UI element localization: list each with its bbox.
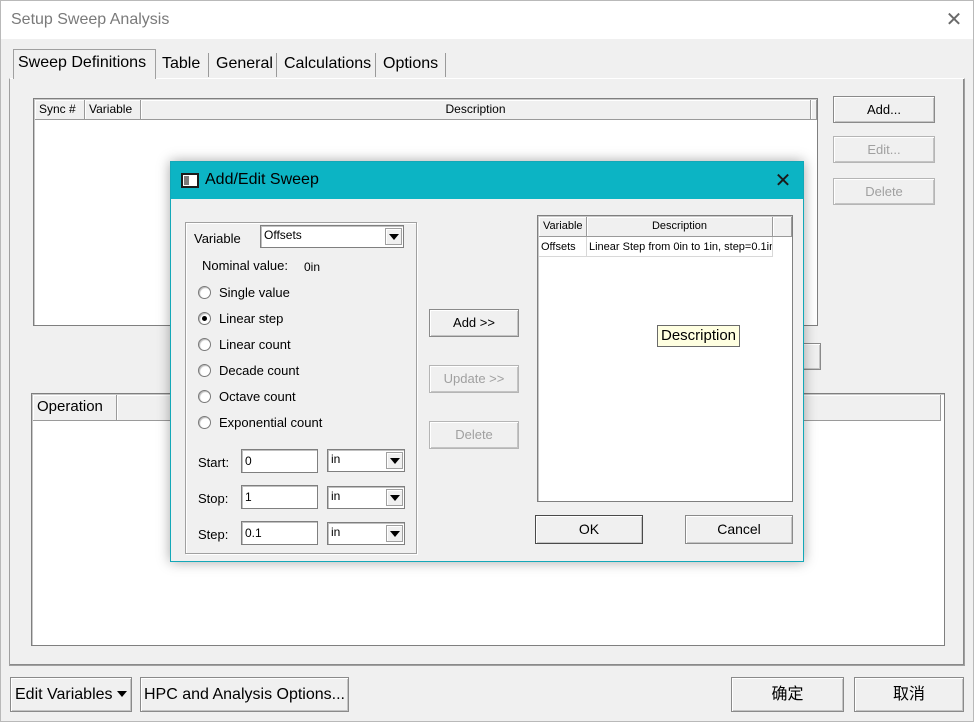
- radio-single-value[interactable]: Single value: [198, 284, 398, 304]
- dropdown-arrow-icon: [117, 691, 127, 697]
- dialog-add-button[interactable]: Add >>: [429, 309, 519, 337]
- radio-circle[interactable]: [198, 416, 211, 429]
- variable-select[interactable]: Offsets: [260, 225, 404, 248]
- radio-exponential-count[interactable]: Exponential count: [198, 414, 398, 434]
- radio-label: Linear count: [219, 337, 291, 352]
- add-sweep-button[interactable]: Add...: [833, 96, 935, 123]
- dialog-delete-button[interactable]: Delete: [429, 421, 519, 449]
- step-unit-select[interactable]: in: [327, 522, 405, 545]
- delete-sweep-button[interactable]: Delete: [833, 178, 935, 205]
- nominal-value-label: Nominal value:: [202, 258, 288, 273]
- radio-circle[interactable]: [198, 390, 211, 403]
- step-input[interactable]: 0.1: [241, 521, 318, 545]
- radio-circle[interactable]: [198, 312, 211, 325]
- edit-variables-label: Edit Variables: [15, 686, 113, 703]
- start-unit-select[interactable]: in: [327, 449, 405, 472]
- window-title-bar: Setup Sweep Analysis ✕: [1, 1, 973, 39]
- dialog-window-icon: [181, 173, 199, 188]
- start-unit-value: in: [331, 452, 341, 466]
- stop-input[interactable]: 1: [241, 485, 318, 509]
- radio-circle[interactable]: [198, 286, 211, 299]
- tab-sweep-definitions[interactable]: Sweep Definitions: [13, 49, 156, 79]
- chevron-down-icon[interactable]: [386, 489, 403, 506]
- radio-label: Linear step: [219, 311, 284, 326]
- list-header-description[interactable]: Description: [587, 217, 773, 237]
- hpc-options-button[interactable]: HPC and Analysis Options...: [140, 677, 349, 712]
- column-header-description[interactable]: Description: [141, 100, 811, 120]
- radio-decade-count[interactable]: Decade count: [198, 362, 398, 382]
- radio-label: Exponential count: [219, 415, 323, 430]
- chevron-down-icon[interactable]: [385, 228, 402, 245]
- start-label: Start:: [198, 455, 230, 470]
- column-header-sync[interactable]: Sync #: [35, 100, 85, 120]
- list-header-variable[interactable]: Variable: [539, 217, 587, 237]
- dialog-title: Add/Edit Sweep: [205, 171, 319, 188]
- radio-label: Octave count: [219, 389, 296, 404]
- sweep-list[interactable]: Variable Description Offsets Linear Step…: [537, 215, 793, 502]
- step-label: Step:: [198, 527, 229, 542]
- edit-variables-button[interactable]: Edit Variables: [10, 677, 132, 712]
- dialog-cancel-button[interactable]: Cancel: [685, 515, 793, 544]
- radio-linear-step[interactable]: Linear step: [198, 310, 398, 330]
- window-close-icon[interactable]: ✕: [939, 5, 969, 35]
- column-header-filler: [811, 100, 817, 120]
- radio-linear-count[interactable]: Linear count: [198, 336, 398, 356]
- variable-label: Variable: [194, 231, 241, 246]
- window-title: Setup Sweep Analysis: [11, 11, 170, 28]
- chevron-down-icon[interactable]: [386, 452, 403, 469]
- radio-label: Single value: [219, 285, 290, 300]
- column-header-operation[interactable]: Operation: [33, 395, 117, 421]
- list-cell-variable: Offsets: [539, 237, 587, 257]
- cancel-button[interactable]: 取消: [854, 677, 964, 712]
- stop-label: Stop:: [198, 491, 229, 506]
- radio-octave-count[interactable]: Octave count: [198, 388, 398, 408]
- step-unit-value: in: [331, 525, 341, 539]
- list-row[interactable]: Offsets Linear Step from 0in to 1in, ste…: [539, 237, 773, 257]
- list-header-filler: [773, 217, 792, 237]
- tab-options[interactable]: Options: [379, 53, 446, 77]
- variable-select-value: Offsets: [264, 228, 302, 242]
- description-tooltip: Description: [657, 325, 741, 347]
- start-input[interactable]: 0: [241, 449, 318, 473]
- radio-circle[interactable]: [198, 364, 211, 377]
- add-edit-sweep-dialog: Add/Edit Sweep ✕ Variable Offsets Nomina…: [170, 161, 804, 562]
- tab-general[interactable]: General: [212, 53, 277, 77]
- stop-unit-select[interactable]: in: [327, 486, 405, 509]
- tab-table[interactable]: Table: [158, 53, 209, 77]
- edit-sweep-button[interactable]: Edit...: [833, 136, 935, 163]
- radio-circle[interactable]: [198, 338, 211, 351]
- radio-selected-dot: [202, 316, 207, 321]
- nominal-value: 0in: [304, 260, 321, 274]
- column-header-variable[interactable]: Variable: [85, 100, 141, 120]
- variable-group: Variable Offsets Nominal value: 0in Sing…: [185, 222, 417, 554]
- dialog-title-bar: Add/Edit Sweep ✕: [171, 162, 803, 199]
- tab-calculations[interactable]: Calculations: [280, 53, 376, 77]
- ok-button[interactable]: 确定: [731, 677, 844, 712]
- dialog-close-icon[interactable]: ✕: [769, 167, 797, 195]
- radio-label: Decade count: [219, 363, 300, 378]
- chevron-down-icon[interactable]: [386, 525, 403, 542]
- dialog-update-button[interactable]: Update >>: [429, 365, 519, 393]
- list-cell-description: Linear Step from 0in to 1in, step=0.1in: [587, 237, 773, 257]
- stop-unit-value: in: [331, 489, 341, 503]
- dialog-ok-button[interactable]: OK: [535, 515, 643, 544]
